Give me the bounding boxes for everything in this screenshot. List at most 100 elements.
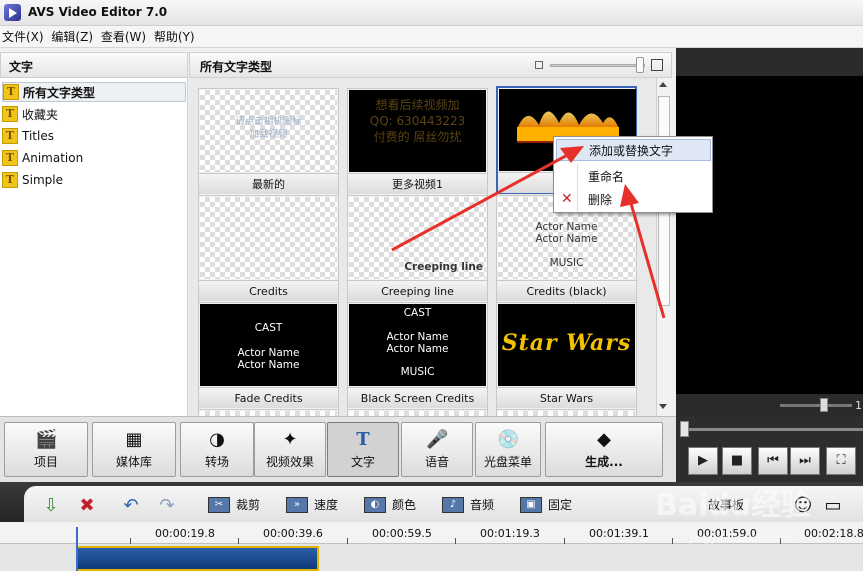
tree-item-favorites[interactable]: T 收藏夹	[2, 104, 186, 124]
trim-tool[interactable]: ✂ 裁剪	[208, 496, 260, 513]
video-preview	[676, 76, 863, 394]
tile-caption: Credits (black)	[497, 280, 636, 301]
ctx-delete[interactable]: 删除	[556, 189, 711, 211]
previous-button[interactable]: ⏮	[758, 447, 788, 475]
tree-item-simple[interactable]: T Simple	[2, 170, 186, 190]
fullscreen-button[interactable]: ⛶	[826, 447, 856, 475]
button-label: 生成...	[585, 455, 623, 469]
transitions-button[interactable]: ◑ 转场	[180, 422, 254, 477]
disc-menu-button[interactable]: 💿 光盘菜单	[475, 422, 541, 477]
delete-x-icon: ✕	[561, 191, 573, 207]
text-t-icon: T	[356, 429, 370, 450]
playhead[interactable]	[76, 527, 78, 571]
tile-caption: Creeping line	[348, 280, 487, 301]
color-tool[interactable]: ◐ 颜色	[364, 496, 416, 513]
ctx-add-replace-text[interactable]: 添加或替换文字	[556, 139, 711, 161]
tree-item-label: Animation	[22, 151, 84, 165]
seek-thumb[interactable]	[680, 421, 689, 437]
stop-button[interactable]: ■	[722, 447, 752, 475]
tile-creeping-line[interactable]: Creeping line Creeping line	[347, 195, 488, 303]
disc-icon: 💿	[497, 429, 520, 450]
menu-file[interactable]: 文件(X)	[0, 26, 46, 48]
zoom-slider-thumb[interactable]	[636, 57, 644, 73]
video-clip[interactable]	[76, 546, 319, 571]
tool-label: 裁剪	[236, 498, 261, 512]
tool-label: 音频	[470, 498, 495, 512]
tile-text: Actor Name	[386, 343, 449, 355]
left-panel-header: 文字	[0, 52, 188, 78]
tile-partial[interactable]	[198, 409, 339, 416]
microphone-icon: 🎤	[426, 429, 449, 450]
tile-caption: Black Screen Credits	[348, 387, 487, 408]
tree-item-animation[interactable]: T Animation	[2, 148, 186, 168]
volume-thumb[interactable]	[820, 398, 828, 412]
app-icon	[4, 4, 21, 21]
redo-icon[interactable]: ↷	[156, 496, 178, 516]
ctx-rename[interactable]: 重命名	[556, 166, 711, 188]
tree-item-label: 所有文字类型	[23, 85, 96, 100]
tile-thumbnail: 请点击相机图标 加载视频	[200, 90, 337, 172]
tile-star-wars[interactable]: Star Wars Star Wars	[496, 302, 637, 410]
ruler-label: 00:01:39.1	[589, 527, 649, 540]
window-title: AVS Video Editor 7.0	[28, 5, 168, 19]
zoom-small-icon[interactable]	[535, 61, 543, 69]
tile-partial[interactable]	[496, 409, 637, 416]
next-button[interactable]: ⏭	[790, 447, 820, 475]
film-grid-icon: ▦	[125, 429, 143, 450]
tile-text: MUSIC	[549, 257, 584, 269]
tile-partial[interactable]	[347, 409, 488, 416]
tile-text: 付费的 屌丝勿扰	[373, 130, 462, 144]
tile-credits[interactable]: Credits	[198, 195, 339, 303]
ruler-label: 00:00:59.5	[372, 527, 432, 540]
monitor-icon[interactable]: ▭	[822, 496, 844, 516]
speed-tool[interactable]: » 速度	[286, 496, 338, 513]
media-library-button[interactable]: ▦ 媒体库	[92, 422, 176, 477]
tile-text: 想看后续视频加	[375, 98, 460, 112]
tile-newest[interactable]: 请点击相机图标 加载视频 最新的	[198, 88, 339, 196]
text-folder-icon: T	[3, 84, 19, 100]
stabilize-tool[interactable]: ▣ 固定	[520, 496, 572, 513]
voice-button[interactable]: 🎤 语音	[401, 422, 473, 477]
project-button[interactable]: 🎬 项目	[4, 422, 88, 477]
produce-button[interactable]: ◆ 生成...	[545, 422, 663, 477]
tile-caption: Credits	[199, 280, 338, 301]
volume-slider[interactable]	[780, 404, 852, 407]
volume-label: 1	[855, 399, 862, 412]
text-folder-icon: T	[2, 150, 18, 166]
text-button[interactable]: T 文字	[327, 422, 399, 477]
ruler-label: 00:00:39.6	[263, 527, 323, 540]
transition-icon: ◑	[209, 429, 225, 450]
stop-icon: ■	[730, 453, 744, 468]
seek-slider[interactable]	[688, 428, 863, 431]
menu-view[interactable]: 查看(W)	[99, 26, 148, 48]
tile-text: MUSIC	[400, 366, 435, 378]
tree-item-all[interactable]: T 所有文字类型	[2, 82, 186, 102]
zoom-slider[interactable]	[550, 64, 645, 67]
menu-edit[interactable]: 编辑(Z)	[49, 26, 95, 48]
tile-thumbnail: CAST Actor Name Actor Name MUSIC	[349, 304, 486, 386]
tile-text: CAST	[403, 307, 432, 319]
zoom-large-icon[interactable]	[651, 59, 663, 71]
undo-icon[interactable]: ↶	[120, 496, 142, 516]
scroll-up-icon[interactable]	[659, 82, 667, 87]
menu-help[interactable]: 帮助(Y)	[152, 26, 197, 48]
tree-item-titles[interactable]: T Titles	[2, 126, 186, 146]
scroll-down-icon[interactable]	[659, 404, 667, 409]
previous-icon: ⏮	[767, 453, 779, 468]
tile-black-screen-credits[interactable]: CAST Actor Name Actor Name MUSIC Black S…	[347, 302, 488, 410]
button-label: 媒体库	[115, 455, 152, 469]
play-icon: ▶	[698, 453, 708, 468]
delete-icon[interactable]: ✖	[76, 496, 98, 516]
play-button[interactable]: ▶	[688, 447, 718, 475]
tool-label: 固定	[548, 498, 573, 512]
speed-icon: »	[286, 496, 308, 513]
audio-tool[interactable]: ♪ 音频	[442, 496, 494, 513]
tile-more-videos[interactable]: 想看后续视频加 QQ: 630443223 付费的 屌丝勿扰 更多视频1	[347, 88, 488, 196]
tree-item-label: Simple	[22, 173, 63, 187]
add-to-timeline-icon[interactable]: ⇩	[40, 496, 62, 516]
tile-fade-credits[interactable]: CAST Actor Name Actor Name Fade Credits	[198, 302, 339, 410]
tile-caption: 更多视频1	[348, 173, 487, 194]
tile-thumbnail: CAST Actor Name Actor Name	[200, 304, 337, 386]
video-effects-button[interactable]: ✦ 视频效果	[254, 422, 326, 477]
stabilize-icon: ▣	[520, 496, 542, 513]
